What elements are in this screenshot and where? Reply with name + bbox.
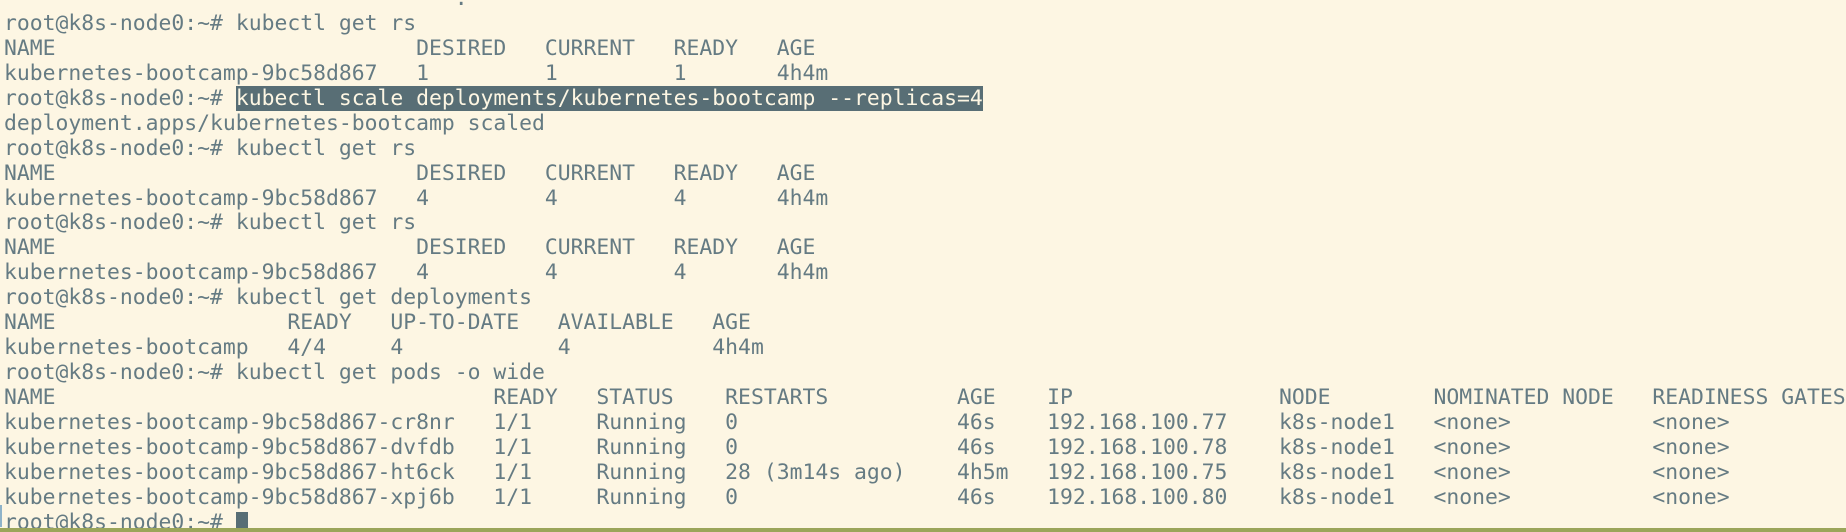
shell-prompt: root@k8s-node0:~#: [4, 85, 236, 111]
output-text: NAME DESIRED CURRENT READY AGE: [4, 35, 816, 61]
selected-command-text: kubectl scale deployments/kubernetes-boo…: [235, 85, 983, 111]
command-text: kubectl get pods -o wide: [235, 360, 545, 386]
command-line: root@k8s-node0:~# kubectl get rs: [4, 135, 1846, 162]
shell-prompt: root@k8s-node0:~#: [4, 210, 236, 236]
shell-prompt: root@k8s-node0:~#: [4, 360, 236, 386]
command-line: root@k8s-node0:~# kubectl scale deployme…: [4, 85, 1846, 112]
line-marker: [0, 505, 2, 527]
shell-prompt: root@k8s-node0:~#: [4, 135, 236, 161]
terminal-bottom-border: [0, 528, 1846, 532]
text-cursor: [235, 511, 248, 528]
shell-prompt: root@k8s-node0:~#: [4, 285, 236, 311]
command-line: root@k8s-node0:~# kubectl get deployment…: [4, 285, 1846, 311]
output-text: kubernetes-bootcamp-9bc58d867 1 1 1 4h4m: [4, 60, 829, 86]
output-line: kubernetes-bootcamp-9bc58d867 1 1 1 4h4m: [4, 60, 1846, 87]
command-line: root@k8s-node0:~# kubectl get pods -o wi…: [4, 360, 1846, 386]
output-line: deployment.apps/kubernetes-bootcamp scal…: [4, 110, 1846, 137]
output-text: NAME DESIRED CURRENT READY AGE: [4, 160, 816, 186]
current-prompt-line[interactable]: root@k8s-node0:~#: [4, 509, 1846, 528]
output-line: NAME READY STATUS RESTARTS AGE IP NODE N…: [4, 385, 1846, 411]
output-text: kubernetes-bootcamp 4/4 4 4 4h4m: [4, 335, 764, 361]
output-line: kubernetes-bootcamp 4/4 4 4 4h4m: [4, 335, 1846, 361]
output-line: kubernetes-bootcamp-9bc58d867-ht6ck 1/1 …: [4, 459, 1846, 486]
output-line: kubernetes-bootcamp-9bc58d867-xpj6b 1/1 …: [4, 484, 1846, 511]
shell-prompt: root@k8s-node0:~#: [4, 509, 236, 528]
output-text: kubernetes-bootcamp-9bc58d867-ht6ck 1/1 …: [4, 459, 1730, 485]
output-line: kubernetes-bootcamp-9bc58d867 4 4 4 4h4m: [4, 185, 1846, 212]
output-text: kubernetes-bootcamp-9bc58d867 4 4 4 4h4m: [4, 260, 829, 286]
output-text: kubernetes-bootcamp-9bc58d867-xpj6b 1/1 …: [4, 484, 1730, 510]
command-text: kubectl get rs: [235, 135, 417, 161]
output-text: .: [4, 0, 468, 11]
output-line: kubernetes-bootcamp-9bc58d867-cr8nr 1/1 …: [4, 409, 1846, 436]
terminal-window[interactable]: .root@k8s-node0:~# kubectl get rsNAME DE…: [0, 0, 1846, 528]
output-text: kubernetes-bootcamp-9bc58d867-dvfdb 1/1 …: [4, 434, 1730, 460]
output-line: NAME DESIRED CURRENT READY AGE: [4, 35, 1846, 62]
command-text: kubectl get deployments: [235, 285, 533, 311]
output-text: NAME READY STATUS RESTARTS AGE IP NODE N…: [4, 385, 1846, 410]
command-text: kubectl get rs: [235, 10, 417, 36]
output-text: kubernetes-bootcamp-9bc58d867-cr8nr 1/1 …: [4, 409, 1730, 435]
output-text: NAME DESIRED CURRENT READY AGE: [4, 235, 816, 261]
output-line: kubernetes-bootcamp-9bc58d867 4 4 4 4h4m: [4, 260, 1846, 286]
command-line: root@k8s-node0:~# kubectl get rs: [4, 10, 1846, 37]
terminal-output[interactable]: .root@k8s-node0:~# kubectl get rsNAME DE…: [4, 0, 1846, 528]
command-line: root@k8s-node0:~# kubectl get rs: [4, 210, 1846, 236]
output-text: deployment.apps/kubernetes-bootcamp scal…: [4, 110, 545, 136]
output-text: kubernetes-bootcamp-9bc58d867 4 4 4 4h4m: [4, 185, 829, 211]
output-line: NAME READY UP-TO-DATE AVAILABLE AGE: [4, 310, 1846, 336]
command-text: kubectl get rs: [235, 210, 417, 236]
output-text: NAME READY UP-TO-DATE AVAILABLE AGE: [4, 310, 751, 336]
output-line: kubernetes-bootcamp-9bc58d867-dvfdb 1/1 …: [4, 434, 1846, 461]
output-line: NAME DESIRED CURRENT READY AGE: [4, 160, 1846, 187]
shell-prompt: root@k8s-node0:~#: [4, 10, 236, 36]
output-line: NAME DESIRED CURRENT READY AGE: [4, 235, 1846, 261]
